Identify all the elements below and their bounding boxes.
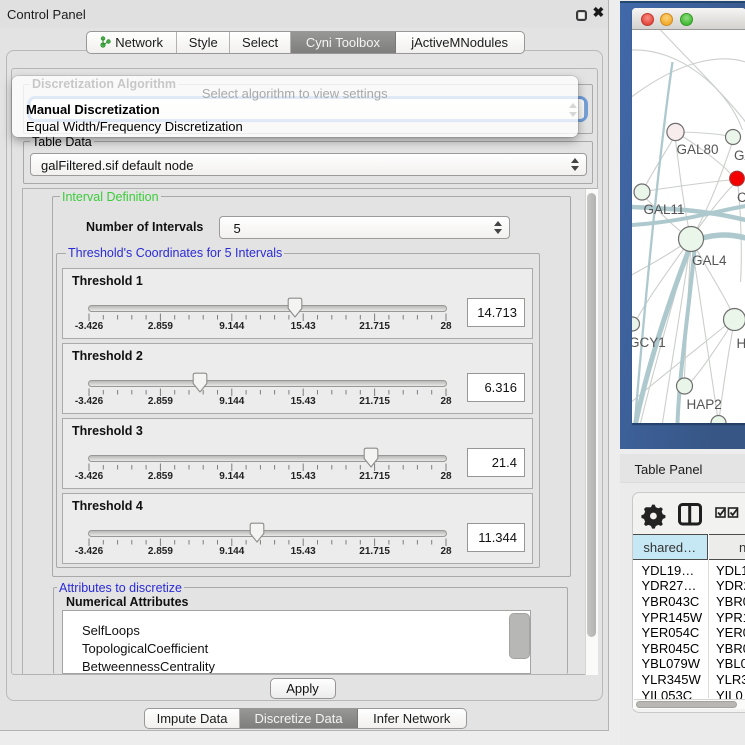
svg-text:GAL4: GAL4 [692,253,727,268]
svg-text:GAL: GAL [734,148,745,163]
svg-text:GCY1: GCY1 [632,335,666,350]
svg-text:H: H [736,336,745,351]
svg-text:GAL80: GAL80 [676,142,718,157]
svg-text:HAP2: HAP2 [686,397,721,412]
svg-text:CY: CY [737,190,745,205]
svg-text:GAL11: GAL11 [643,202,684,217]
